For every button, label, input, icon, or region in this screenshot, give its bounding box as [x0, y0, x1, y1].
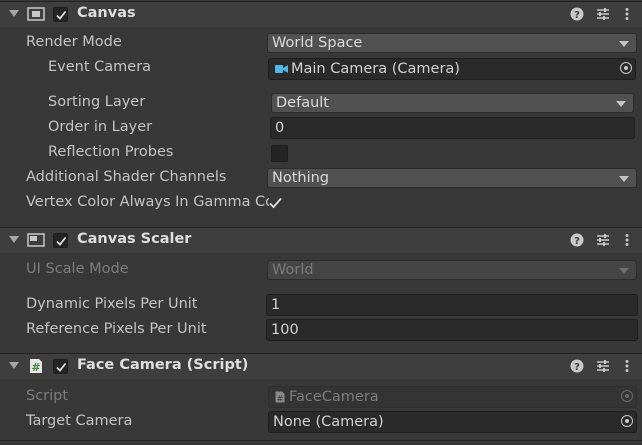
dynamic-pixels-field[interactable]: 1 [266, 294, 638, 316]
reflection-probes-checkbox[interactable] [271, 145, 288, 162]
script-icon: # [30, 359, 42, 374]
canvas-scaler-header[interactable]: Canvas Scaler ? [0, 227, 642, 253]
order-in-layer-value: 0 [275, 120, 285, 136]
render-mode-value: World Space [272, 35, 363, 51]
additional-shader-channels-dropdown[interactable]: Nothing [267, 168, 637, 188]
ui-scale-mode-dropdown: World [267, 260, 637, 280]
event-camera-value: Main Camera (Camera) [291, 61, 460, 77]
canvas-scaler-title: Canvas Scaler [77, 231, 192, 247]
order-in-layer-field[interactable]: 0 [270, 117, 635, 139]
presets-icon[interactable] [596, 359, 610, 373]
reference-pixels-field[interactable]: 100 [266, 319, 638, 341]
reference-pixels-value: 100 [271, 322, 299, 338]
render-mode-dropdown[interactable]: World Space [267, 33, 637, 53]
canvas-scaler-enabled-checkbox[interactable] [53, 233, 68, 248]
dynamic-pixels-label: Dynamic Pixels Per Unit [26, 296, 198, 312]
script-label: Script [26, 388, 69, 404]
presets-icon[interactable] [596, 233, 610, 247]
face-camera-header[interactable]: # Face Camera (Script) ? [0, 353, 642, 379]
order-in-layer-label: Order in Layer [48, 119, 153, 135]
presets-icon[interactable] [596, 7, 610, 21]
object-picker-icon[interactable] [620, 62, 632, 74]
canvas-enabled-checkbox[interactable] [53, 7, 68, 22]
script-value: FaceCamera [289, 389, 379, 405]
target-camera-label: Target Camera [26, 413, 133, 429]
canvas-component-icon [27, 7, 45, 21]
svg-text:?: ? [574, 362, 580, 373]
help-icon[interactable]: ? [570, 233, 584, 247]
foldout-arrow-icon[interactable] [9, 362, 19, 369]
canvas-title: Canvas [77, 5, 136, 21]
render-mode-label: Render Mode [26, 34, 122, 50]
sorting-layer-dropdown[interactable]: Default [271, 93, 634, 113]
vertex-color-checkbox[interactable] [268, 196, 283, 210]
object-picker-icon [621, 390, 633, 402]
script-file-icon: # [275, 391, 285, 403]
target-camera-field[interactable]: None (Camera) [268, 411, 637, 433]
face-camera-title: Face Camera (Script) [77, 357, 249, 373]
additional-shader-channels-label: Additional Shader Channels [26, 169, 227, 185]
script-field: # FaceCamera [268, 386, 637, 408]
kebab-menu-icon[interactable] [620, 7, 634, 21]
ui-scale-mode-label: UI Scale Mode [26, 261, 129, 277]
target-camera-value: None (Camera) [273, 414, 384, 430]
camera-icon [275, 65, 288, 73]
vertex-color-label: Vertex Color Always In Gamma Co [26, 194, 269, 210]
svg-text:#: # [31, 361, 40, 374]
svg-text:?: ? [574, 236, 580, 247]
kebab-menu-icon[interactable] [620, 233, 634, 247]
help-icon[interactable]: ? [570, 7, 584, 21]
foldout-arrow-icon[interactable] [9, 236, 19, 243]
reflection-probes-label: Reflection Probes [48, 144, 174, 160]
chevron-down-icon [616, 101, 626, 107]
reference-pixels-label: Reference Pixels Per Unit [26, 321, 207, 337]
divider [0, 440, 642, 441]
canvas-scaler-icon [27, 233, 45, 247]
help-icon[interactable]: ? [570, 359, 584, 373]
chevron-down-icon [619, 41, 629, 47]
sorting-layer-label: Sorting Layer [48, 94, 146, 110]
svg-text:?: ? [574, 10, 580, 21]
kebab-menu-icon[interactable] [620, 359, 634, 373]
sorting-layer-value: Default [276, 95, 329, 111]
event-camera-label: Event Camera [48, 59, 152, 75]
object-picker-icon[interactable] [621, 415, 633, 427]
dynamic-pixels-value: 1 [271, 297, 281, 313]
ui-scale-mode-value: World [272, 262, 314, 278]
foldout-arrow-icon[interactable] [9, 10, 19, 17]
face-camera-enabled-checkbox[interactable] [53, 359, 68, 374]
chevron-down-icon [619, 176, 629, 182]
additional-shader-channels-value: Nothing [272, 170, 330, 186]
chevron-down-icon [619, 268, 629, 274]
event-camera-field[interactable]: Main Camera (Camera) [268, 58, 636, 80]
canvas-header[interactable]: Canvas ? [0, 1, 642, 27]
svg-text:#: # [277, 394, 284, 403]
